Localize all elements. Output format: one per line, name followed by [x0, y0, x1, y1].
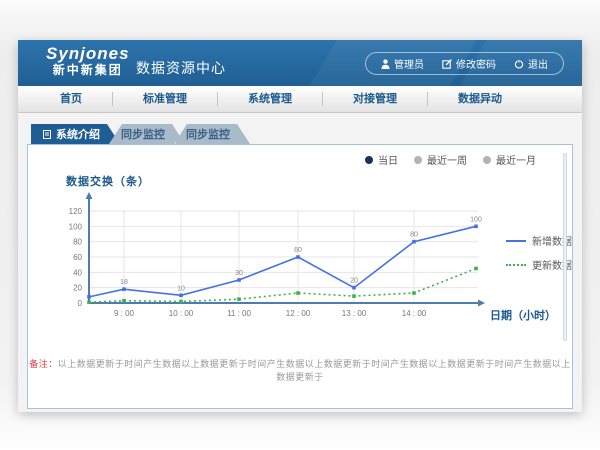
line-chart: 0 20 40 60 80 100 120 9 : 00 10 : 00 11 : 00 12 : …: [28, 185, 581, 335]
filter-label: 当日: [378, 152, 398, 167]
document-icon: [43, 130, 51, 139]
svg-text:0: 0: [78, 299, 83, 308]
tab-bar: 系统介绍 同步监控 同步监控: [31, 124, 573, 144]
app-header: Synjones 新中新集团 数据资源中心 管理员 修改密码: [18, 40, 582, 86]
time-range-filter: 当日 最近一周 最近一月: [365, 152, 536, 167]
tab-label: 系统介绍: [56, 126, 100, 142]
svg-text:日期（小时）: 日期（小时）: [490, 308, 556, 322]
filter-last-month[interactable]: 最近一月: [483, 152, 536, 167]
svg-text:20: 20: [73, 284, 82, 293]
filter-label: 最近一月: [496, 152, 536, 167]
svg-text:20: 20: [350, 278, 358, 285]
radio-selected-icon: [365, 156, 373, 164]
content-area: 系统介绍 同步监控 同步监控 当日 最近一周: [18, 113, 582, 412]
main-nav: 首页 标准管理 系统管理 对接管理 数据异动: [18, 86, 582, 113]
svg-text:10 : 00: 10 : 00: [169, 309, 194, 318]
nav-item-system-mgmt[interactable]: 系统管理: [218, 92, 323, 106]
svg-text:12 : 00: 12 : 00: [286, 309, 311, 318]
radio-icon: [483, 156, 491, 164]
brand-logo-cn: 新中新集团: [46, 64, 130, 77]
svg-text:11 : 00: 11 : 00: [227, 309, 251, 318]
page-title: 数据资源中心: [136, 58, 226, 78]
svg-text:40: 40: [73, 268, 82, 277]
footer-note-prefix: 备注：: [29, 359, 58, 369]
svg-text:80: 80: [73, 238, 82, 247]
tab-system-intro[interactable]: 系统介绍: [31, 124, 120, 144]
footer-note-text: 以上数据更新于时间产生数据以上数据更新于时间产生数据以上数据更新于时间产生数据以…: [58, 359, 571, 382]
svg-text:13 : 00: 13 : 00: [342, 309, 367, 318]
user-toolbar: 管理员 修改密码 退出: [365, 52, 564, 75]
footer-note: 备注：以上数据更新于时间产生数据以上数据更新于时间产生数据以上数据更新于时间产生…: [28, 357, 572, 383]
svg-text:60: 60: [294, 247, 302, 254]
nav-item-data-change[interactable]: 数据异动: [428, 92, 532, 106]
nav-item-interface-mgmt[interactable]: 对接管理: [323, 92, 428, 106]
tab-sync-monitor-1[interactable]: 同步监控: [109, 124, 185, 144]
logout-label: 退出: [528, 56, 548, 71]
current-user-button[interactable]: 管理员: [372, 56, 433, 71]
svg-text:100: 100: [470, 216, 482, 223]
dotted-line-swatch-icon: [506, 264, 526, 266]
filter-label: 最近一周: [427, 152, 467, 167]
tab-sync-monitor-2[interactable]: 同步监控: [174, 124, 250, 144]
svg-text:18: 18: [120, 279, 128, 286]
radio-icon: [414, 156, 422, 164]
edit-icon: [442, 59, 452, 69]
change-password-label: 修改密码: [456, 56, 496, 71]
tab-label: 同步监控: [121, 126, 165, 142]
svg-text:30: 30: [235, 270, 243, 277]
solid-line-swatch-icon: [506, 240, 526, 242]
logout-button[interactable]: 退出: [505, 56, 557, 71]
svg-text:9 : 00: 9 : 00: [114, 309, 135, 318]
change-password-button[interactable]: 修改密码: [433, 56, 505, 71]
nav-item-standard-mgmt[interactable]: 标准管理: [113, 92, 218, 106]
svg-text:14 : 00: 14 : 00: [402, 309, 427, 318]
nav-item-home[interactable]: 首页: [30, 92, 113, 106]
svg-text:60: 60: [73, 253, 82, 262]
current-user-label: 管理员: [394, 56, 424, 71]
svg-text:10: 10: [177, 285, 185, 292]
brand-logo-en: Synjones: [46, 45, 130, 64]
svg-text:100: 100: [69, 222, 83, 231]
power-icon: [514, 59, 524, 69]
filter-last-week[interactable]: 最近一周: [414, 152, 467, 167]
chart-panel: 当日 最近一周 最近一月 数据交换（条） 0204060801001209 : …: [27, 144, 573, 409]
brand-logo: Synjones 新中新集团: [46, 45, 130, 77]
filter-today[interactable]: 当日: [365, 152, 398, 167]
svg-text:120: 120: [69, 207, 83, 216]
panel-scrollbar[interactable]: [563, 153, 567, 341]
app-window: Synjones 新中新集团 数据资源中心 管理员 修改密码: [18, 40, 582, 412]
tab-label: 同步监控: [186, 126, 230, 142]
svg-text:80: 80: [410, 232, 418, 239]
user-icon: [381, 59, 390, 69]
